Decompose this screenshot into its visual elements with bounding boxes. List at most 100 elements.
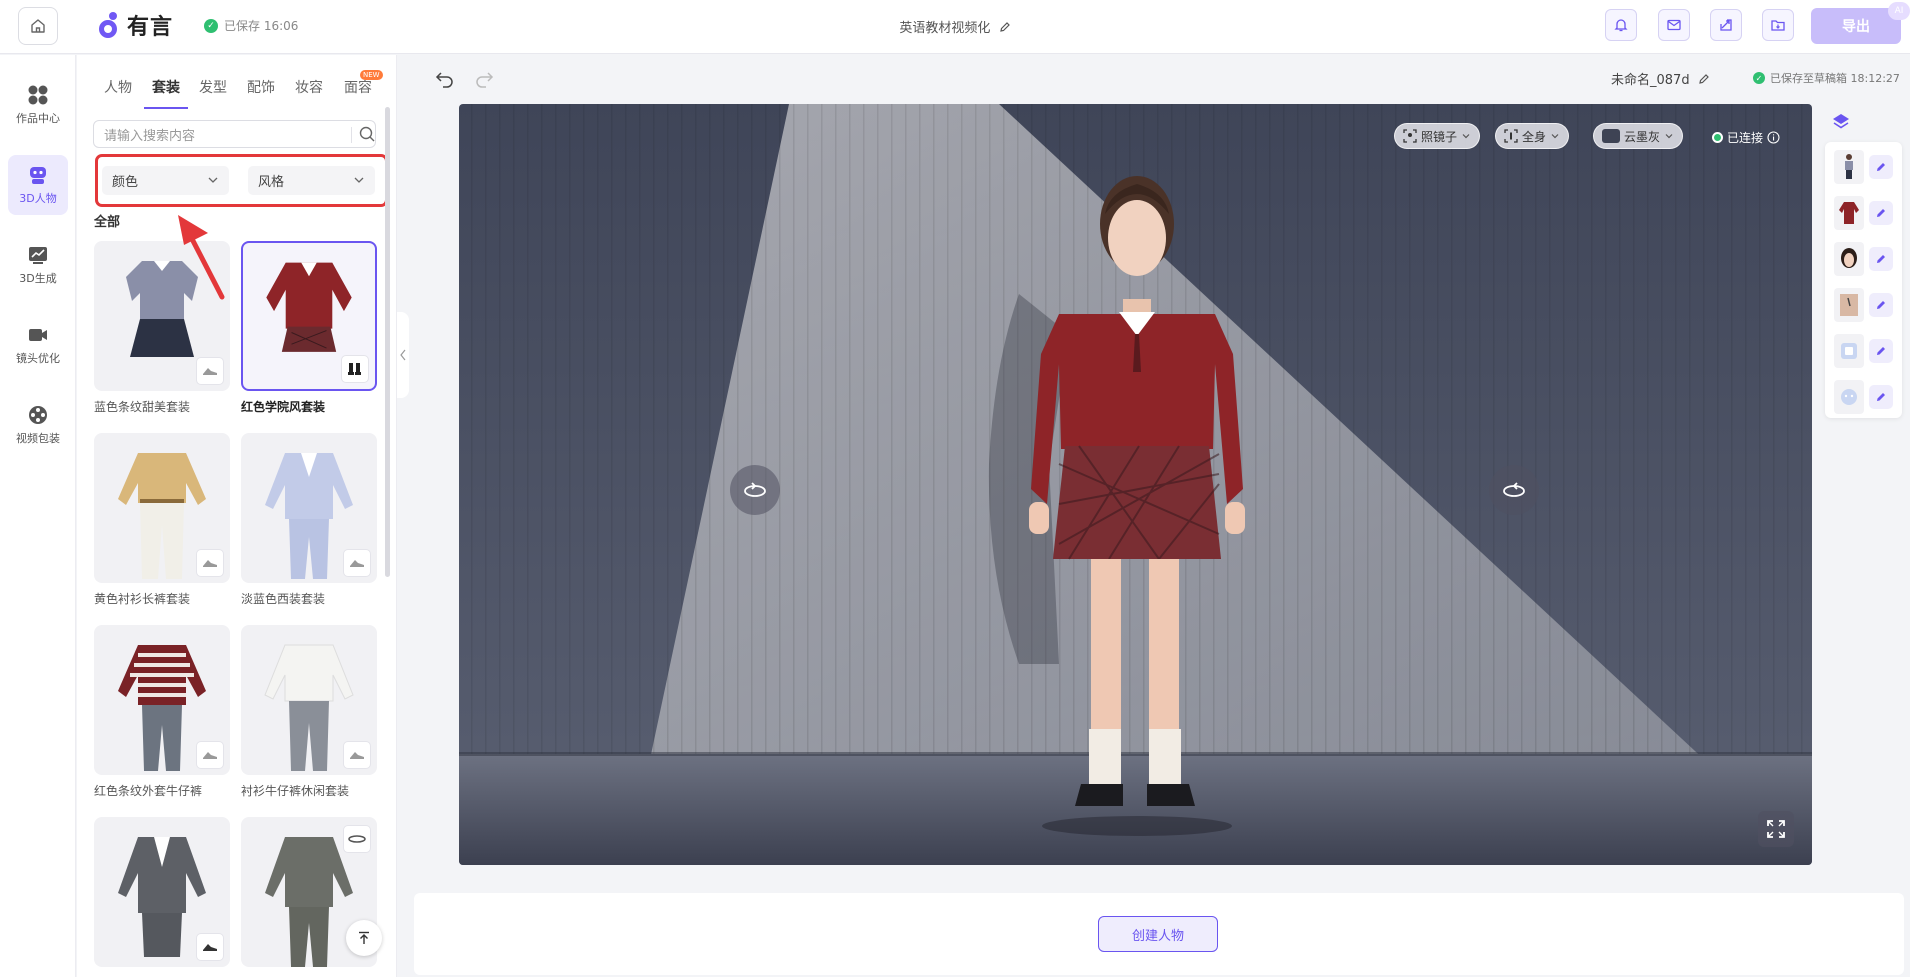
- outfit-card-yellow-shirt[interactable]: [94, 433, 230, 583]
- style-filter-dropdown[interactable]: 风格: [248, 166, 375, 195]
- framing-dropdown[interactable]: 全身: [1495, 123, 1570, 149]
- layer-thumb-outfit[interactable]: [1834, 196, 1864, 230]
- undo-icon[interactable]: [435, 68, 455, 88]
- belt-badge: [343, 825, 371, 853]
- layer-edit-button[interactable]: [1869, 385, 1893, 409]
- rail-item-camera-optimize[interactable]: 镜头优化: [8, 315, 68, 375]
- tab-face[interactable]: 面容: [344, 77, 372, 105]
- rotate-left-button[interactable]: [730, 465, 780, 515]
- connection-label: 已连接: [1727, 131, 1764, 145]
- create-character-button[interactable]: 创建人物: [1098, 916, 1218, 952]
- outfit-card-red-stripe-jacket[interactable]: [94, 625, 230, 775]
- rail-item-3d-character[interactable]: 3D人物: [8, 155, 68, 215]
- layers-button[interactable]: [1826, 107, 1856, 137]
- check-circle-icon: ✓: [204, 18, 218, 33]
- color-filter-label: 颜色: [112, 175, 139, 190]
- info-icon[interactable]: [1767, 131, 1780, 144]
- logo-icon: [97, 12, 123, 38]
- shoe-badge: [343, 741, 371, 769]
- background-swatch-icon: [1602, 129, 1620, 143]
- project-name[interactable]: 未命名_087d: [1611, 69, 1710, 88]
- 3d-preview-stage[interactable]: 照镜子 全身 云墨灰 已连接: [459, 104, 1812, 865]
- connected-dot-icon: [1712, 132, 1723, 143]
- edit-pencil-icon: [1877, 255, 1885, 263]
- tab-accessory[interactable]: 配饰: [247, 77, 275, 105]
- rail-item-works-center[interactable]: 作品中心: [8, 75, 68, 135]
- camera-mode-dropdown[interactable]: 照镜子: [1394, 123, 1481, 149]
- shoe-badge: [196, 357, 224, 385]
- shoe-icon: [350, 560, 364, 567]
- rail-item-3d-generate[interactable]: 3D生成: [8, 235, 68, 295]
- layer-edit-button[interactable]: [1869, 339, 1893, 363]
- accessory-thumbnail: [1840, 294, 1858, 316]
- annotation-arrow: [178, 215, 225, 300]
- outfit-card-shirt-jeans[interactable]: [241, 625, 377, 775]
- app-logo[interactable]: 有言: [97, 5, 173, 45]
- rail-label: 作品中心: [16, 112, 60, 125]
- back-to-top-button[interactable]: [346, 920, 382, 956]
- panel-scrollbar[interactable]: [385, 107, 390, 577]
- ai-badge: AI: [1888, 2, 1910, 20]
- message-button[interactable]: [1658, 9, 1690, 41]
- edit-pencil-icon[interactable]: [1698, 73, 1710, 85]
- search-placeholder: 请输入搜索内容: [104, 128, 196, 144]
- category-tabs: 人物 套装 发型 配饰 妆容 面容: [77, 77, 397, 109]
- outfit-card-light-blue-suit[interactable]: [241, 433, 377, 583]
- outfit-card-grey-suit-skirt[interactable]: [94, 817, 230, 967]
- new-badge: NEW: [360, 70, 383, 80]
- tab-hairstyle[interactable]: 发型: [199, 77, 227, 105]
- layer-edit-button[interactable]: [1869, 201, 1893, 225]
- search-icon[interactable]: [358, 125, 376, 143]
- tab-makeup[interactable]: 妆容: [295, 77, 323, 105]
- logo-text: 有言: [127, 15, 174, 40]
- layer-thumb-accessory[interactable]: [1834, 288, 1864, 322]
- outfit-name: 红色条纹外套牛仔裤: [94, 784, 203, 798]
- rail-label: 镜头优化: [16, 352, 60, 365]
- edit-pencil-icon: [1877, 347, 1885, 355]
- person-thumbnail: [1845, 154, 1853, 179]
- redo-icon[interactable]: [474, 68, 494, 88]
- shoe-icon: [203, 368, 217, 375]
- layer-edit-button[interactable]: [1869, 155, 1893, 179]
- edit-pencil-icon: [1877, 393, 1885, 401]
- outfit-name: 淡蓝色西装套装: [241, 592, 326, 606]
- search-input[interactable]: 请输入搜索内容: [93, 120, 376, 148]
- share-icon: [1720, 19, 1732, 31]
- notification-button[interactable]: [1605, 9, 1637, 41]
- full-body-icon: [1504, 129, 1518, 143]
- search-divider: [351, 127, 352, 143]
- layer-thumb-makeup[interactable]: [1834, 334, 1864, 368]
- layer-thumb-face[interactable]: [1834, 380, 1864, 414]
- layer-edit-button[interactable]: [1869, 293, 1893, 317]
- save-status: ✓ 已保存 16:06: [204, 17, 298, 34]
- shoe-icon: [203, 752, 217, 759]
- share-button[interactable]: [1710, 9, 1742, 41]
- document-title[interactable]: 英语教材视频化: [899, 21, 990, 36]
- home-button[interactable]: [18, 7, 58, 45]
- belt-icon: [348, 835, 366, 843]
- rotate-icon: [744, 482, 766, 497]
- outfit-card-red-college[interactable]: [241, 241, 377, 391]
- layer-thumb-hair[interactable]: [1834, 242, 1864, 276]
- chevron-down-icon: [1462, 134, 1470, 139]
- project-name-text: 未命名_087d: [1611, 73, 1690, 88]
- edit-pencil-icon[interactable]: [999, 21, 1011, 33]
- layer-list: [1825, 142, 1902, 418]
- layer-thumb-character[interactable]: [1834, 150, 1864, 184]
- tab-outfit[interactable]: 套装: [144, 77, 188, 109]
- tab-character[interactable]: 人物: [104, 77, 132, 105]
- rail-label: 3D生成: [19, 272, 57, 285]
- save-folder-button[interactable]: [1762, 9, 1794, 41]
- style-filter-label: 风格: [258, 175, 285, 190]
- background-dropdown[interactable]: 云墨灰: [1593, 123, 1684, 149]
- rotate-right-button[interactable]: [1489, 465, 1539, 515]
- boots-icon: [348, 363, 361, 375]
- fullscreen-button[interactable]: [1758, 811, 1794, 847]
- rotate-icon: [1503, 482, 1525, 497]
- panel-collapse-handle[interactable]: [397, 312, 409, 398]
- bottom-action-bar: 创建人物: [414, 893, 1904, 975]
- arrow-up-icon: [359, 931, 369, 944]
- color-filter-dropdown[interactable]: 颜色: [102, 166, 229, 195]
- layer-edit-button[interactable]: [1869, 247, 1893, 271]
- rail-item-video-packaging[interactable]: 视频包装: [8, 395, 68, 455]
